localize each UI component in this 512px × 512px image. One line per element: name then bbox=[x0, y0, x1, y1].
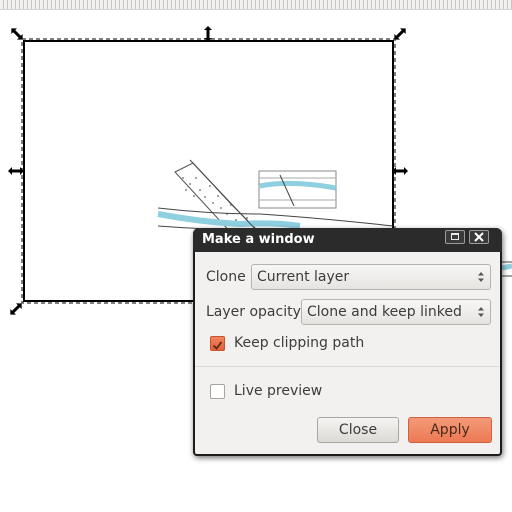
layer-opacity-select[interactable]: Clone and keep linked bbox=[301, 299, 491, 325]
double-arrow-icon bbox=[11, 28, 23, 40]
layer-opacity-select-value: Clone and keep linked bbox=[307, 304, 462, 320]
close-button[interactable]: Close bbox=[317, 417, 399, 443]
clone-select-value: Current layer bbox=[257, 269, 350, 285]
apply-button[interactable]: Apply bbox=[408, 417, 492, 443]
clone-label: Clone bbox=[206, 269, 246, 285]
maximize-icon[interactable] bbox=[445, 230, 465, 244]
separator bbox=[195, 366, 500, 367]
make-window-dialog: Make a window Clone Current layer Layer … bbox=[193, 228, 502, 456]
keep-clipping-checkbox[interactable] bbox=[210, 336, 225, 351]
live-preview-label: Live preview bbox=[234, 383, 323, 399]
double-arrow-icon bbox=[394, 28, 406, 40]
dialog-titlebar[interactable]: Make a window bbox=[193, 228, 502, 252]
layer-opacity-label: Layer opacity bbox=[206, 304, 301, 320]
spinner-arrows-icon bbox=[478, 307, 484, 317]
keep-clipping-label: Keep clipping path bbox=[234, 335, 365, 351]
double-arrow-icon bbox=[392, 167, 408, 175]
double-arrow-icon bbox=[204, 26, 212, 42]
live-preview-checkbox[interactable] bbox=[210, 384, 225, 399]
dialog-title: Make a window bbox=[202, 232, 315, 247]
checkmark-icon bbox=[212, 341, 223, 350]
spinner-arrows-icon bbox=[478, 272, 484, 282]
clone-select[interactable]: Current layer bbox=[251, 264, 491, 290]
close-icon[interactable] bbox=[469, 230, 489, 244]
